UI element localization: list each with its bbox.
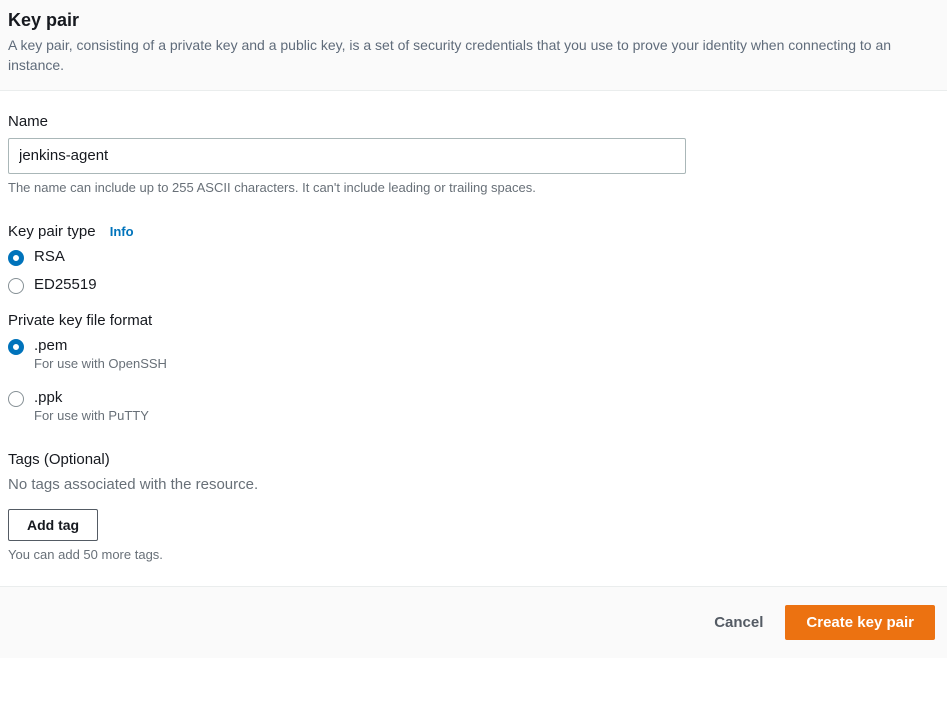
radio-ppk[interactable]: .ppk For use with PuTTY	[8, 389, 939, 423]
radio-ppk-label: .ppk	[34, 389, 149, 406]
tags-empty-text: No tags associated with the resource.	[8, 476, 939, 493]
info-link[interactable]: Info	[110, 224, 134, 239]
file-format-label: Private key file format	[8, 312, 939, 329]
key-pair-type-label-text: Key pair type	[8, 223, 96, 240]
radio-pem-label: .pem	[34, 337, 167, 354]
tags-label: Tags (Optional)	[8, 451, 939, 468]
cancel-button[interactable]: Cancel	[714, 614, 763, 631]
radio-pem-sub: For use with OpenSSH	[34, 356, 167, 371]
radio-ed25519-label: ED25519	[34, 276, 97, 293]
name-label: Name	[8, 113, 939, 130]
radio-rsa[interactable]: RSA	[8, 248, 939, 266]
radio-ed25519-control[interactable]	[8, 278, 24, 294]
name-input[interactable]	[8, 138, 686, 174]
key-pair-type-section: Key pair type Info RSA ED25519	[8, 223, 939, 294]
radio-rsa-label: RSA	[34, 248, 65, 265]
radio-pem-control[interactable]	[8, 339, 24, 355]
tags-limit-hint: You can add 50 more tags.	[8, 547, 939, 562]
header-panel: Key pair A key pair, consisting of a pri…	[0, 0, 947, 91]
add-tag-button[interactable]: Add tag	[8, 509, 98, 541]
radio-pem[interactable]: .pem For use with OpenSSH	[8, 337, 939, 371]
name-hint: The name can include up to 255 ASCII cha…	[8, 180, 939, 195]
radio-rsa-control[interactable]	[8, 250, 24, 266]
name-section: Name The name can include up to 255 ASCI…	[8, 113, 939, 195]
radio-ppk-control[interactable]	[8, 391, 24, 407]
footer-bar: Cancel Create key pair	[0, 586, 947, 658]
file-format-section: Private key file format .pem For use wit…	[8, 312, 939, 423]
create-key-pair-button[interactable]: Create key pair	[785, 605, 935, 640]
key-pair-type-label: Key pair type Info	[8, 223, 939, 240]
page-title: Key pair	[8, 10, 939, 31]
page-description: A key pair, consisting of a private key …	[8, 35, 939, 76]
form-body: Name The name can include up to 255 ASCI…	[0, 91, 947, 586]
tags-section: Tags (Optional) No tags associated with …	[8, 451, 939, 562]
radio-ed25519[interactable]: ED25519	[8, 276, 939, 294]
radio-ppk-sub: For use with PuTTY	[34, 408, 149, 423]
